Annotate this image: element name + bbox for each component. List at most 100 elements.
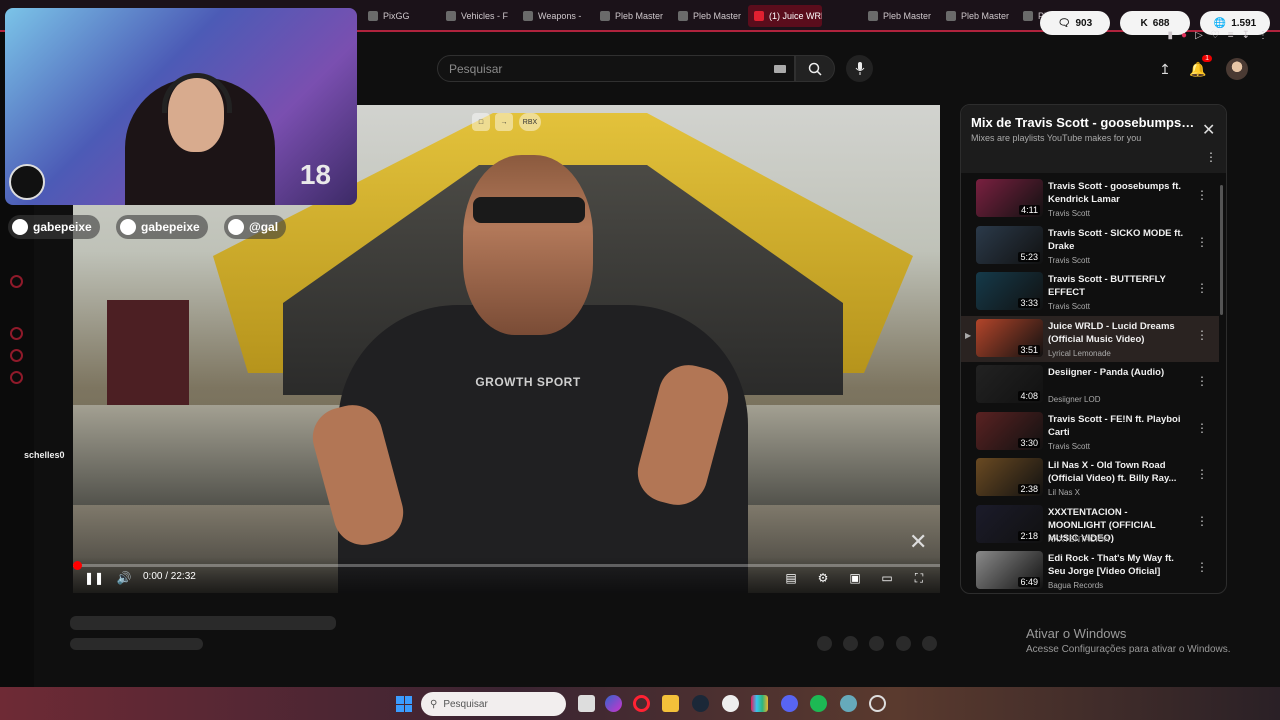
- browser-tab[interactable]: (1) Juice WRLD - L: [748, 5, 822, 27]
- playlist-item[interactable]: 2:18 XXXTENTACION - MOONLIGHT (OFFICIAL M…: [961, 502, 1219, 548]
- playlist-item[interactable]: 6:49 Edi Rock - That's My Way ft. Seu Jor…: [961, 548, 1219, 593]
- playlist-item[interactable]: 4:08 Desiigner - Panda (Audio) Desiigner L…: [961, 362, 1219, 408]
- share-icon[interactable]: →: [495, 113, 513, 131]
- playlist-item[interactable]: 3:30 Travis Scott - FE!N ft. Playboi Cart…: [961, 409, 1219, 455]
- item-more-icon[interactable]: ⋮: [1196, 421, 1208, 435]
- miniplayer-button[interactable]: ▣: [845, 569, 865, 587]
- start-button[interactable]: [396, 696, 412, 712]
- close-icon[interactable]: ✕: [1202, 120, 1215, 140]
- rail-clock-icon[interactable]: [10, 327, 23, 340]
- playlist-thumbnail[interactable]: 2:18: [976, 504, 1043, 543]
- playlist-thumbnail[interactable]: 5:23: [976, 225, 1043, 264]
- playlist-scrollbar[interactable]: [1219, 175, 1224, 593]
- miniplayer-icon[interactable]: □: [472, 113, 490, 131]
- notification-badge: 1: [1202, 55, 1212, 62]
- close-overlay-icon[interactable]: ✕: [909, 529, 927, 555]
- browser-tab[interactable]: Pleb Master: [672, 5, 746, 27]
- extensions-icon[interactable]: ≡: [1228, 30, 1234, 41]
- discord-icon[interactable]: [781, 695, 798, 712]
- captions-button[interactable]: ▤: [781, 569, 801, 587]
- playlist-item[interactable]: ▶ 3:51 Juice WRLD - Lucid Dreams (Official…: [961, 315, 1219, 362]
- browser-tab[interactable]: Weapons -: [517, 5, 591, 27]
- volume-button[interactable]: 🔊: [115, 569, 133, 587]
- settings-button[interactable]: ⚙: [813, 569, 833, 587]
- pin-icon[interactable]: ▮: [1168, 30, 1174, 41]
- file-explorer-icon[interactable]: [662, 695, 679, 712]
- progress-bar[interactable]: [73, 561, 940, 570]
- upload-icon[interactable]: ↥: [1154, 58, 1176, 80]
- rail-settings-icon[interactable]: [10, 371, 23, 384]
- scrollbar-thumb[interactable]: [1220, 185, 1223, 315]
- rail-flag-icon[interactable]: [10, 349, 23, 362]
- record-icon[interactable]: ●: [1181, 30, 1187, 41]
- playlist-more-icon[interactable]: ⋮: [1205, 150, 1217, 164]
- spotify-icon[interactable]: [810, 695, 827, 712]
- playlist-item-title[interactable]: Juice WRLD - Lucid Dreams (Official Musi…: [1048, 320, 1188, 346]
- download-icon[interactable]: ↧: [1242, 30, 1250, 41]
- keyboard-icon[interactable]: [774, 65, 786, 73]
- browser-tab[interactable]: PixGG: [362, 5, 436, 27]
- steam-icon[interactable]: [692, 695, 709, 712]
- item-more-icon[interactable]: ⋮: [1196, 328, 1208, 342]
- item-more-icon[interactable]: ⋮: [1196, 281, 1208, 295]
- playlist-item-title[interactable]: Edi Rock - That's My Way ft. Seu Jorge […: [1048, 552, 1188, 578]
- playlist-item-title[interactable]: Travis Scott - SICKO MODE ft. Drake: [1048, 227, 1188, 253]
- playlist-item[interactable]: 3:33 Travis Scott - BUTTERFLY EFFECT Travi…: [961, 269, 1219, 315]
- theater-mode-button[interactable]: ▭: [877, 569, 897, 587]
- playlist-thumbnail[interactable]: 3:30: [976, 411, 1043, 450]
- notifications-button[interactable]: 🔔 1: [1187, 55, 1212, 80]
- browser-tab[interactable]: Pleb Master: [862, 5, 936, 27]
- account-avatar[interactable]: [1226, 58, 1248, 80]
- app-icon[interactable]: [722, 695, 739, 712]
- messages-counter[interactable]: 🗨 903: [1040, 11, 1110, 35]
- copilot-icon[interactable]: [605, 695, 622, 712]
- item-more-icon[interactable]: ⋮: [1196, 188, 1208, 202]
- playlist-item-title[interactable]: Desiigner - Panda (Audio): [1048, 366, 1188, 379]
- item-more-icon[interactable]: ⋮: [1196, 374, 1208, 388]
- action-skeleton-3: [869, 636, 884, 651]
- playlist-item[interactable]: 4:11 Travis Scott - goosebumps ft. Kendri…: [961, 176, 1219, 222]
- social-tiktok: @gal: [224, 215, 287, 239]
- search-placeholder: Pesquisar: [449, 61, 503, 76]
- overlay-badge-icon[interactable]: RBX: [519, 113, 541, 131]
- playlist-item-title[interactable]: Travis Scott - FE!N ft. Playboi Carti: [1048, 413, 1188, 439]
- app2-icon[interactable]: [840, 695, 857, 712]
- tab-label: PixGG: [383, 11, 410, 21]
- playlist-item[interactable]: 2:38 Lil Nas X - Old Town Road (Official …: [961, 455, 1219, 501]
- playlist-thumbnail[interactable]: 4:08: [976, 365, 1043, 403]
- item-more-icon[interactable]: ⋮: [1196, 235, 1208, 249]
- playlist-title[interactable]: Mix de Travis Scott - goosebumps ft. Ken…: [971, 115, 1196, 130]
- rail-home-icon[interactable]: [10, 275, 23, 288]
- task-view-icon[interactable]: [578, 695, 595, 712]
- playlist-item[interactable]: 5:23 Travis Scott - SICKO MODE ft. Drake T…: [961, 223, 1219, 269]
- social-instagram: gabepeixe: [116, 215, 208, 239]
- item-more-icon[interactable]: ⋮: [1196, 560, 1208, 574]
- opera-gx-icon[interactable]: [633, 695, 650, 712]
- item-more-icon[interactable]: ⋮: [1196, 514, 1208, 528]
- playlist-thumbnail[interactable]: 2:38: [976, 458, 1043, 496]
- playlist-item-title[interactable]: Lil Nas X - Old Town Road (Official Vide…: [1048, 459, 1188, 485]
- item-more-icon[interactable]: ⋮: [1196, 467, 1208, 481]
- play-icon[interactable]: ▷: [1195, 30, 1203, 41]
- search-icon: ⚲: [430, 698, 438, 710]
- playlist-thumbnail[interactable]: 3:33: [976, 272, 1043, 310]
- search-input[interactable]: Pesquisar: [437, 55, 795, 82]
- browser-tab[interactable]: Pleb Master: [594, 5, 668, 27]
- search-button[interactable]: [795, 55, 835, 82]
- voice-search-button[interactable]: [846, 55, 873, 82]
- playlist-thumbnail[interactable]: 4:11: [976, 179, 1043, 217]
- scrubber-handle[interactable]: [73, 561, 82, 570]
- heart-icon[interactable]: ♡: [1211, 30, 1220, 41]
- more-icon[interactable]: ⋮: [1258, 30, 1268, 41]
- browser-tab[interactable]: Pleb Master: [940, 5, 1014, 27]
- obs-icon[interactable]: [869, 695, 886, 712]
- playlist-item-title[interactable]: Travis Scott - goosebumps ft. Kendrick L…: [1048, 180, 1188, 206]
- pause-button[interactable]: ❚❚: [84, 569, 104, 587]
- playlist-item-title[interactable]: Travis Scott - BUTTERFLY EFFECT: [1048, 273, 1188, 299]
- fullscreen-button[interactable]: ⛶: [909, 569, 929, 587]
- slack-icon[interactable]: [751, 695, 768, 712]
- taskbar-search[interactable]: ⚲ Pesquisar: [421, 692, 566, 716]
- browser-tab[interactable]: Vehicles - F: [440, 5, 514, 27]
- playlist-thumbnail[interactable]: 3:51: [976, 318, 1043, 357]
- playlist-thumbnail[interactable]: 6:49: [976, 551, 1043, 589]
